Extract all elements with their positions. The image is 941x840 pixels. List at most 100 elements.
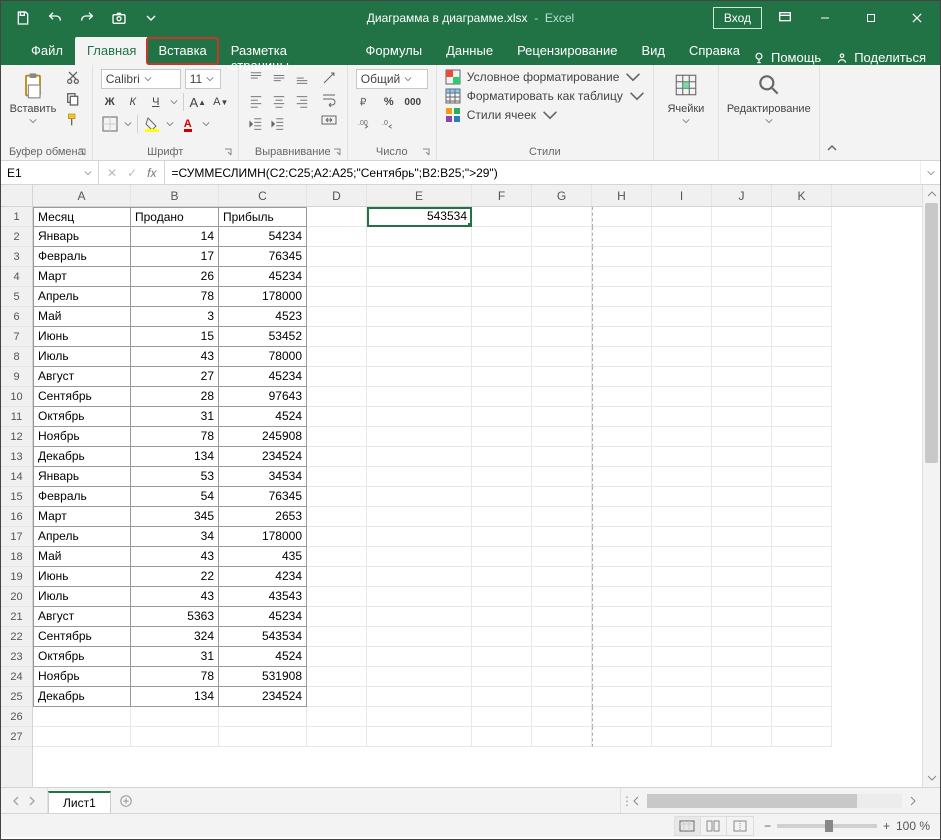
- cell[interactable]: 76345: [219, 247, 307, 267]
- cell[interactable]: 53452: [219, 327, 307, 347]
- new-sheet-button[interactable]: [111, 788, 141, 813]
- cell[interactable]: [472, 667, 532, 687]
- zoom-level[interactable]: 100 %: [896, 819, 930, 833]
- cancel-formula-button[interactable]: ✕: [107, 166, 117, 180]
- column-header-H[interactable]: H: [592, 185, 652, 206]
- cell[interactable]: 15: [131, 327, 219, 347]
- cell[interactable]: [712, 267, 772, 287]
- cell[interactable]: [472, 547, 532, 567]
- cell[interactable]: [472, 487, 532, 507]
- row-header[interactable]: 17: [1, 527, 32, 547]
- tab-file[interactable]: Файл: [19, 37, 75, 65]
- increase-indent-button[interactable]: [269, 115, 287, 133]
- paste-button[interactable]: Вставить: [9, 69, 57, 125]
- cell[interactable]: [772, 607, 832, 627]
- cell[interactable]: [307, 427, 367, 447]
- cell[interactable]: [367, 527, 472, 547]
- cell[interactable]: [652, 367, 712, 387]
- cell[interactable]: [472, 607, 532, 627]
- cell[interactable]: 234524: [219, 687, 307, 707]
- enter-formula-button[interactable]: ✓: [127, 166, 137, 180]
- row-header[interactable]: 18: [1, 547, 32, 567]
- fill-color-button[interactable]: [143, 115, 161, 133]
- cell[interactable]: 43: [131, 347, 219, 367]
- orientation-button[interactable]: [319, 69, 339, 87]
- font-launcher[interactable]: [222, 146, 234, 158]
- cell[interactable]: 234524: [219, 447, 307, 467]
- cell[interactable]: [772, 247, 832, 267]
- cell[interactable]: [367, 707, 472, 727]
- cell[interactable]: Октябрь: [33, 407, 131, 427]
- cell[interactable]: 5363: [131, 607, 219, 627]
- cell[interactable]: [652, 467, 712, 487]
- tab-home[interactable]: Главная: [75, 37, 148, 65]
- cell[interactable]: Январь: [33, 467, 131, 487]
- cell[interactable]: [592, 667, 652, 687]
- cell[interactable]: [472, 387, 532, 407]
- cell[interactable]: 43: [131, 587, 219, 607]
- accounting-format-button[interactable]: ₽: [356, 93, 374, 111]
- cell[interactable]: [472, 687, 532, 707]
- cell[interactable]: [472, 567, 532, 587]
- cell[interactable]: [592, 307, 652, 327]
- cell[interactable]: [592, 527, 652, 547]
- cell[interactable]: 78: [131, 667, 219, 687]
- cell[interactable]: 54: [131, 487, 219, 507]
- cell[interactable]: [712, 707, 772, 727]
- cell[interactable]: Февраль: [33, 247, 131, 267]
- cell[interactable]: 324: [131, 627, 219, 647]
- cell[interactable]: [592, 607, 652, 627]
- cell[interactable]: 78: [131, 287, 219, 307]
- cell[interactable]: 34: [131, 527, 219, 547]
- cell[interactable]: 31: [131, 407, 219, 427]
- cell[interactable]: [532, 387, 592, 407]
- cell[interactable]: 17: [131, 247, 219, 267]
- cell[interactable]: [592, 727, 652, 747]
- camera-button[interactable]: [105, 4, 133, 32]
- cell[interactable]: Ноябрь: [33, 667, 131, 687]
- cell[interactable]: [307, 567, 367, 587]
- cell[interactable]: [772, 267, 832, 287]
- cell[interactable]: [772, 387, 832, 407]
- cell[interactable]: [772, 707, 832, 727]
- cell[interactable]: [712, 227, 772, 247]
- cell[interactable]: Октябрь: [33, 647, 131, 667]
- cell[interactable]: [592, 287, 652, 307]
- cell[interactable]: [712, 247, 772, 267]
- cell[interactable]: Декабрь: [33, 687, 131, 707]
- column-header-E[interactable]: E: [367, 185, 472, 206]
- cell[interactable]: 45234: [219, 607, 307, 627]
- font-color-button[interactable]: А: [179, 115, 197, 133]
- tab-formulas[interactable]: Формулы: [354, 37, 435, 65]
- cell[interactable]: [712, 627, 772, 647]
- cell[interactable]: [532, 367, 592, 387]
- cell[interactable]: [772, 367, 832, 387]
- cell[interactable]: [772, 567, 832, 587]
- scroll-thumb-horizontal[interactable]: [647, 794, 857, 808]
- cell[interactable]: [307, 627, 367, 647]
- cell[interactable]: [307, 207, 367, 227]
- scroll-thumb-vertical[interactable]: [925, 203, 938, 463]
- cell[interactable]: [532, 667, 592, 687]
- cell[interactable]: [532, 267, 592, 287]
- cell[interactable]: [367, 687, 472, 707]
- cell[interactable]: [532, 327, 592, 347]
- cell[interactable]: Июнь: [33, 567, 131, 587]
- cell[interactable]: [532, 687, 592, 707]
- italic-button[interactable]: К: [124, 93, 142, 111]
- page-layout-view-button[interactable]: [701, 817, 727, 835]
- cell[interactable]: [592, 427, 652, 447]
- column-header-G[interactable]: G: [532, 185, 592, 206]
- cell[interactable]: [307, 687, 367, 707]
- cell[interactable]: [367, 667, 472, 687]
- cell[interactable]: [33, 727, 131, 747]
- cell[interactable]: Март: [33, 507, 131, 527]
- cell[interactable]: [367, 347, 472, 367]
- cell[interactable]: [652, 307, 712, 327]
- cell[interactable]: [307, 267, 367, 287]
- cell[interactable]: [592, 547, 652, 567]
- row-header[interactable]: 13: [1, 447, 32, 467]
- cell[interactable]: Продано: [131, 207, 219, 227]
- cell[interactable]: 4524: [219, 647, 307, 667]
- cell[interactable]: [772, 427, 832, 447]
